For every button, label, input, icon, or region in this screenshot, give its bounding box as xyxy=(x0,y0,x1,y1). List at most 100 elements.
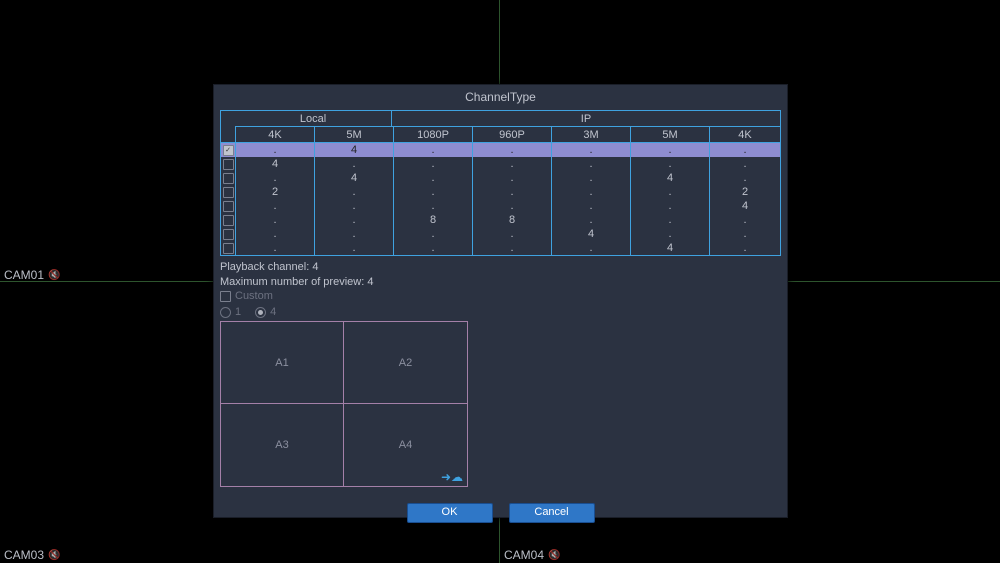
table-row[interactable]: ✓.4..... xyxy=(221,143,780,157)
table-cell: . xyxy=(236,143,315,157)
table-cell: 4 xyxy=(315,143,394,157)
col-header[interactable]: 5M xyxy=(315,127,394,143)
table-cell: . xyxy=(473,227,552,241)
radio-label: 4 xyxy=(270,306,276,318)
custom-checkbox[interactable] xyxy=(220,291,231,302)
dialog-button-row: OK Cancel xyxy=(214,503,787,523)
table-header-cols: 4K 5M 1080P 960P 3M 5M 4K xyxy=(221,127,780,143)
row-checkbox[interactable] xyxy=(223,173,234,184)
table-row[interactable]: 2.....2 xyxy=(221,185,780,199)
row-checkbox[interactable]: ✓ xyxy=(223,145,234,156)
table-cell: . xyxy=(236,199,315,213)
row-checkbox[interactable] xyxy=(223,201,234,212)
table-cell: . xyxy=(236,213,315,227)
table-cell: 8 xyxy=(394,213,473,227)
table-header-groups: Local IP xyxy=(221,111,780,127)
preview-cell-a3[interactable]: A3 xyxy=(221,404,344,486)
table-cell: . xyxy=(473,241,552,255)
table-row[interactable]: ....4.. xyxy=(221,227,780,241)
camera-label-cam04: CAM04 🔇 xyxy=(504,548,560,562)
table-cell: . xyxy=(631,227,710,241)
custom-checkbox-row[interactable]: Custom xyxy=(220,290,781,302)
table-cell: . xyxy=(631,199,710,213)
row-checkbox[interactable] xyxy=(223,159,234,170)
row-checkbox[interactable] xyxy=(223,229,234,240)
table-cell: . xyxy=(473,143,552,157)
ok-button[interactable]: OK xyxy=(407,503,493,523)
table-cell: . xyxy=(710,227,780,241)
table-cell: . xyxy=(710,157,780,171)
table-cell: 4 xyxy=(315,171,394,185)
table-cell: . xyxy=(552,185,631,199)
preview-layout-radio-group: 1 4 xyxy=(220,306,781,318)
table-cell: 4 xyxy=(631,171,710,185)
col-header[interactable]: 3M xyxy=(552,127,631,143)
channel-type-dialog: ChannelType Local IP 4K 5M 1080P 960P 3M… xyxy=(213,84,788,518)
table-body: ✓.4.....4.......4...4.2.....2......4..88… xyxy=(221,143,780,255)
table-cell: . xyxy=(315,185,394,199)
table-cell: 2 xyxy=(236,185,315,199)
max-preview-label: Maximum number of preview: 4 xyxy=(220,275,781,290)
table-row[interactable]: .....4. xyxy=(221,241,780,255)
table-cell: . xyxy=(552,213,631,227)
playback-channel-label: Playback channel: 4 xyxy=(220,260,781,275)
row-checkbox[interactable] xyxy=(223,215,234,226)
channel-type-table: Local IP 4K 5M 1080P 960P 3M 5M 4K ✓.4..… xyxy=(220,110,781,256)
table-footer-info: Playback channel: 4 Maximum number of pr… xyxy=(220,260,781,302)
table-row[interactable]: .4...4. xyxy=(221,171,780,185)
speaker-muted-icon: 🔇 xyxy=(48,270,60,281)
table-cell: . xyxy=(236,227,315,241)
cloud-sync-icon[interactable]: ➜☁ xyxy=(441,470,463,484)
table-cell: . xyxy=(631,157,710,171)
table-cell: . xyxy=(631,143,710,157)
table-cell: . xyxy=(394,241,473,255)
table-cell: . xyxy=(315,213,394,227)
table-cell: . xyxy=(473,171,552,185)
row-checkbox[interactable] xyxy=(223,187,234,198)
table-cell: 8 xyxy=(473,213,552,227)
table-cell: . xyxy=(394,199,473,213)
camera-name-text: CAM04 xyxy=(504,548,544,562)
radio-option-4[interactable]: 4 xyxy=(255,306,276,318)
table-cell: . xyxy=(552,143,631,157)
camera-name-text: CAM01 xyxy=(4,268,44,282)
table-cell: . xyxy=(394,171,473,185)
preview-grid: A1 A2 A3 A4 ➜☁ xyxy=(220,321,468,487)
preview-cell-a2[interactable]: A2 xyxy=(344,322,467,404)
cancel-button[interactable]: Cancel xyxy=(509,503,595,523)
row-checkbox[interactable] xyxy=(223,243,234,254)
custom-label: Custom xyxy=(235,290,273,302)
table-cell: . xyxy=(631,213,710,227)
table-cell: 4 xyxy=(631,241,710,255)
col-header[interactable]: 1080P xyxy=(394,127,473,143)
table-row[interactable]: 4...... xyxy=(221,157,780,171)
speaker-muted-icon: 🔇 xyxy=(548,550,560,561)
table-cell: . xyxy=(710,171,780,185)
table-cell: 4 xyxy=(236,157,315,171)
preview-cell-a1[interactable]: A1 xyxy=(221,322,344,404)
camera-label-cam01: CAM01 🔇 xyxy=(4,268,60,282)
col-header[interactable]: 4K xyxy=(236,127,315,143)
col-header[interactable]: 960P xyxy=(473,127,552,143)
group-header-ip: IP xyxy=(392,111,780,127)
table-cell: . xyxy=(710,213,780,227)
table-cell: . xyxy=(710,143,780,157)
table-cell: . xyxy=(315,157,394,171)
table-cell: . xyxy=(315,227,394,241)
col-header[interactable]: 5M xyxy=(631,127,710,143)
camera-label-cam03: CAM03 🔇 xyxy=(4,548,60,562)
radio-option-1[interactable]: 1 xyxy=(220,306,241,318)
table-cell: . xyxy=(394,157,473,171)
col-header[interactable]: 4K xyxy=(710,127,780,143)
table-cell: 2 xyxy=(710,185,780,199)
table-cell: . xyxy=(552,171,631,185)
radio-label: 1 xyxy=(235,306,241,318)
table-cell: . xyxy=(473,157,552,171)
table-cell: . xyxy=(394,143,473,157)
group-header-local: Local xyxy=(235,111,392,127)
table-cell: 4 xyxy=(710,199,780,213)
table-cell: . xyxy=(631,185,710,199)
table-cell: . xyxy=(552,157,631,171)
table-row[interactable]: ......4 xyxy=(221,199,780,213)
table-row[interactable]: ..88... xyxy=(221,213,780,227)
